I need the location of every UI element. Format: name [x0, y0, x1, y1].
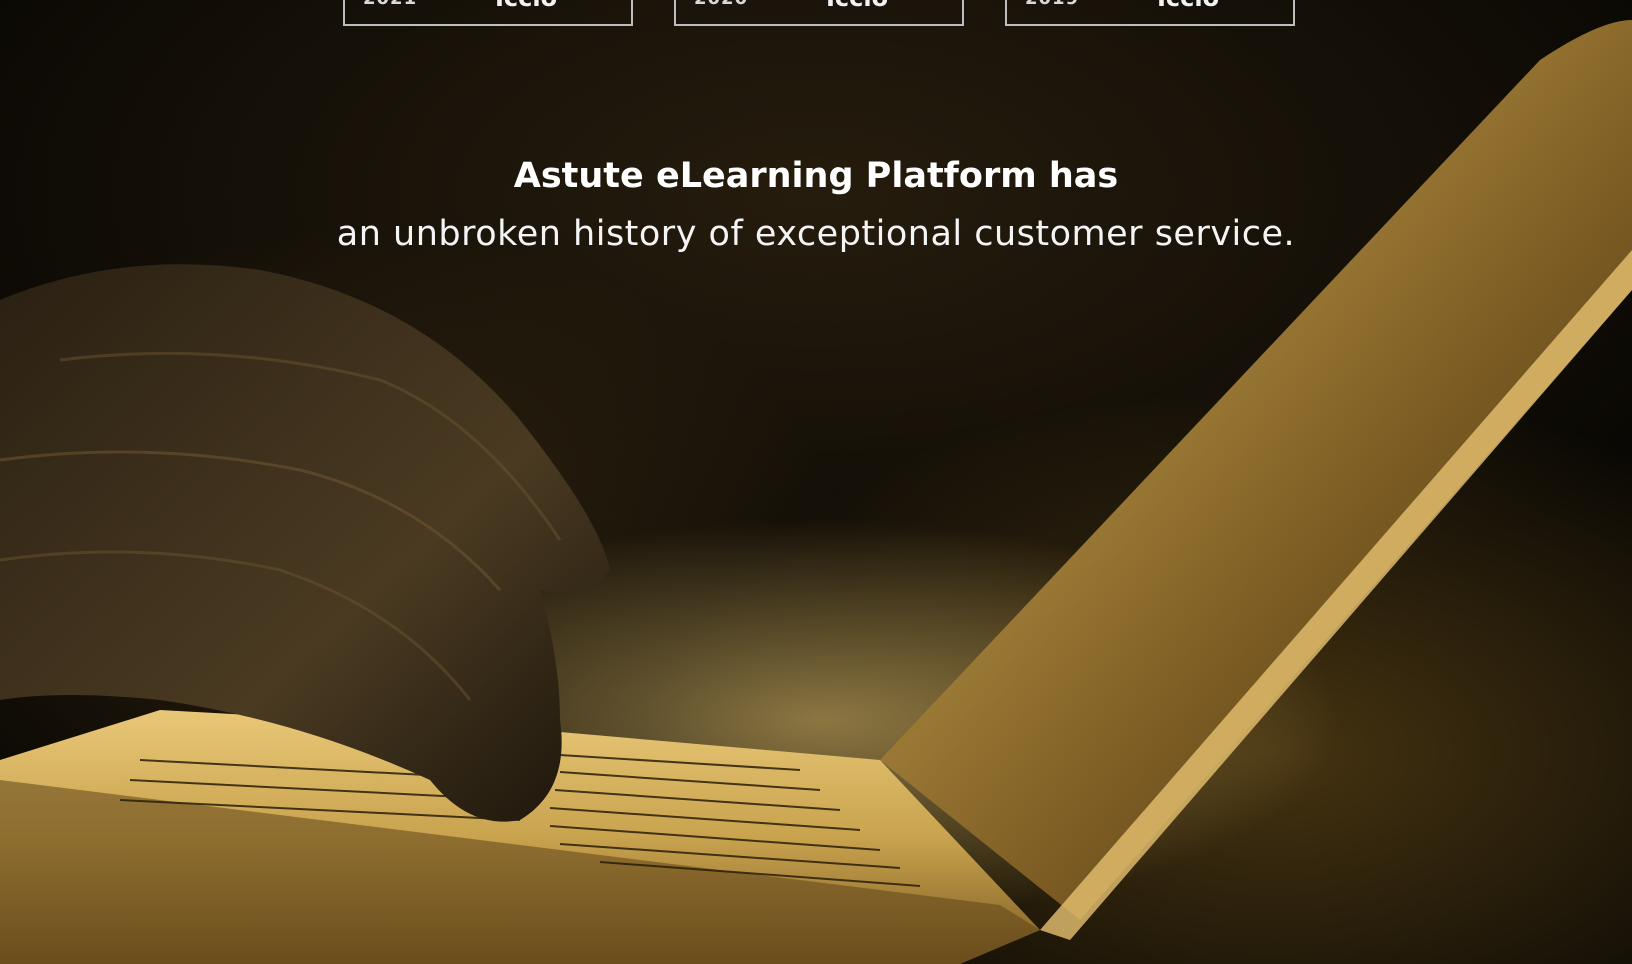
award-org: Iccio — [826, 0, 888, 12]
award-badge: 2020 Iccio — [674, 0, 964, 26]
headline-subtitle: an unbroken history of exceptional custo… — [336, 214, 1296, 254]
award-badges: 2021 Iccio 2020 Iccio 2019 Iccio — [0, 0, 1632, 30]
award-year: 2020 — [694, 0, 748, 9]
award-year: 2019 — [1025, 0, 1079, 9]
award-org: Iccio — [495, 0, 557, 12]
hero-section: 2021 Iccio 2020 Iccio 2019 Iccio Astute … — [0, 0, 1632, 964]
award-badge: 2019 Iccio — [1005, 0, 1295, 26]
award-badge: 2021 Iccio — [343, 0, 633, 26]
award-year: 2021 — [363, 0, 417, 9]
laptop-typing-photo — [0, 20, 1632, 964]
headline-title: Astute eLearning Platform has — [513, 156, 1119, 196]
award-org: Iccio — [1157, 0, 1219, 12]
